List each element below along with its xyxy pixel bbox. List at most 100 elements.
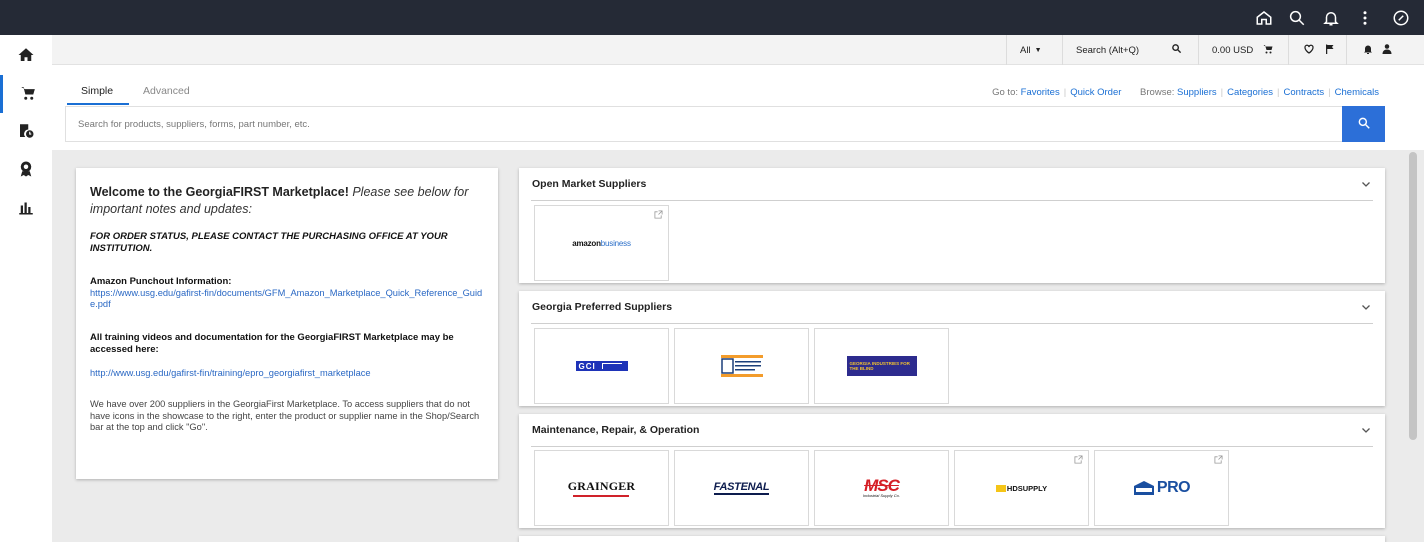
panel-divider <box>531 446 1373 447</box>
gci-logo: GCI <box>575 361 628 371</box>
suppliers-note: We have over 200 suppliers in the Georgi… <box>90 399 480 432</box>
msc-logo-subtext: Industrial Supply Co. <box>863 493 900 498</box>
link-suppliers[interactable]: Suppliers <box>1177 87 1217 98</box>
search-scope-label: All <box>1020 44 1031 56</box>
amazon-business-text: business <box>600 238 631 248</box>
link-divider: | <box>1220 87 1224 98</box>
quick-search-field[interactable]: Search (Alt+Q) <box>1076 35 1139 65</box>
home-icon <box>17 46 35 67</box>
notifications-button[interactable] <box>1362 35 1374 65</box>
analytics-icon <box>17 198 35 219</box>
flag-button[interactable] <box>1324 35 1336 65</box>
supplier-tile-msc[interactable]: MSC Industrial Supply Co. <box>814 450 949 526</box>
welcome-title: Welcome to the GeorgiaFIRST Marketplace!… <box>90 184 484 218</box>
favorites-button[interactable] <box>1303 35 1315 65</box>
more-vertical-icon[interactable] <box>1356 9 1374 27</box>
search-icon <box>1171 43 1182 57</box>
browse-label: Browse: <box>1140 87 1175 98</box>
lowes-pro-logo-text: PRO <box>1156 479 1191 496</box>
supplier-tile-georgia-correctional[interactable] <box>674 328 809 404</box>
link-contracts[interactable]: Contracts <box>1284 87 1325 98</box>
product-search-input[interactable]: Search for products, suppliers, forms, p… <box>65 106 1342 142</box>
sidebar-item-awards[interactable] <box>0 151 52 189</box>
bell-icon <box>1362 43 1374 58</box>
goto-label: Go to: <box>992 87 1018 98</box>
heart-icon <box>1303 43 1315 58</box>
welcome-title-bold: Welcome to the GeorgiaFIRST Marketplace! <box>90 185 349 199</box>
chevron-down-icon[interactable] <box>1361 179 1371 189</box>
utility-bar: All ▼ Search (Alt+Q) 0.00 USD <box>52 35 1424 65</box>
showcase-georgia-preferred: Georgia Preferred Suppliers GCI GEORGIA … <box>519 291 1385 406</box>
gib-logo-text: GEORGIA INDUSTRIES FOR THE BLIND <box>849 361 910 371</box>
showcase-next <box>519 536 1385 542</box>
panel-divider <box>531 323 1373 324</box>
georgia-correctional-logo <box>720 355 763 377</box>
order-status-notice: FOR ORDER STATUS, PLEASE CONTACT THE PUR… <box>90 231 448 254</box>
fastenal-logo: FASTENAL <box>713 481 770 495</box>
search-submit-button[interactable] <box>1342 106 1385 142</box>
showcase-open-market: Open Market Suppliers amazonbusiness <box>519 168 1385 283</box>
supplier-tile-lowes-pro[interactable]: PRO <box>1094 450 1229 526</box>
supplier-tile-grainger[interactable]: GRAINGER <box>534 450 669 526</box>
chevron-down-icon[interactable] <box>1361 302 1371 312</box>
amazon-guide-link[interactable]: https://www.usg.edu/gafirst-fin/document… <box>90 288 484 310</box>
left-sidebar <box>0 35 52 542</box>
msc-logo-text: MSC <box>864 476 900 495</box>
supplier-tile-hd-supply[interactable]: HDSUPPLY <box>954 450 1089 526</box>
util-separator <box>1288 35 1289 65</box>
sidebar-item-orders[interactable] <box>0 113 52 151</box>
external-link-icon <box>1074 455 1083 464</box>
grainger-logo: GRAINGER <box>568 479 636 497</box>
supplier-tile-georgia-industries-blind[interactable]: GEORGIA INDUSTRIES FOR THE BLIND <box>814 328 949 404</box>
amazon-logo-text: amazon <box>572 238 601 248</box>
showcase-mro: Maintenance, Repair, & Operation GRAINGE… <box>519 414 1385 528</box>
cart-link[interactable]: 0.00 USD <box>1212 35 1274 65</box>
user-profile-button[interactable] <box>1381 35 1393 65</box>
sidebar-item-home[interactable] <box>0 37 52 75</box>
search-panel: Simple Advanced Go to: Favorites | Quick O… <box>52 65 1424 150</box>
sidebar-item-shop[interactable] <box>0 75 52 113</box>
award-icon <box>17 160 35 181</box>
search-icon[interactable] <box>1288 9 1306 27</box>
cart-total: 0.00 USD <box>1212 44 1254 56</box>
orders-history-icon <box>17 122 35 143</box>
cart-icon <box>1262 43 1274 58</box>
supplier-tile-fastenal[interactable]: FASTENAL <box>674 450 809 526</box>
link-quick-order[interactable]: Quick Order <box>1070 87 1121 98</box>
search-icon <box>1357 116 1371 133</box>
home-outline-icon[interactable] <box>1255 9 1273 27</box>
user-icon <box>1381 43 1393 58</box>
flag-icon <box>1324 43 1336 58</box>
external-link-icon <box>654 210 663 219</box>
bell-icon[interactable] <box>1322 9 1340 27</box>
link-favorites[interactable]: Favorites <box>1021 87 1060 98</box>
util-separator <box>1198 35 1199 65</box>
search-scope-dropdown[interactable]: All ▼ <box>1020 35 1042 65</box>
training-link[interactable]: http://www.usg.edu/gafirst-fin/training/… <box>90 368 484 379</box>
supplier-tile-amazon[interactable]: amazonbusiness <box>534 205 669 281</box>
supplier-tile-gci[interactable]: GCI <box>534 328 669 404</box>
link-chemicals[interactable]: Chemicals <box>1335 87 1379 98</box>
panel-divider <box>531 200 1373 201</box>
link-divider: | <box>1328 87 1331 98</box>
quick-search-label: Search (Alt+Q) <box>1076 44 1140 56</box>
showcase-title: Open Market Suppliers <box>532 178 647 190</box>
sidebar-item-analytics[interactable] <box>0 189 52 227</box>
showcase-title: Georgia Preferred Suppliers <box>532 301 673 313</box>
tab-advanced[interactable]: Advanced <box>143 85 190 97</box>
hd-supply-logo-text: HDSUPPLY <box>1006 483 1048 493</box>
caret-down-icon: ▼ <box>1034 46 1042 54</box>
grainger-logo-text: GRAINGER <box>567 479 636 493</box>
showcase-title: Maintenance, Repair, & Operation <box>532 424 700 436</box>
compass-icon[interactable] <box>1392 9 1410 27</box>
welcome-card: Welcome to the GeorgiaFIRST Marketplace!… <box>76 168 498 479</box>
amazon-business-logo: amazonbusiness <box>572 239 631 248</box>
scrollbar-thumb[interactable] <box>1409 152 1417 440</box>
util-separator <box>1346 35 1347 65</box>
tab-simple[interactable]: Simple <box>66 85 130 105</box>
link-categories[interactable]: Categories <box>1227 87 1273 98</box>
external-link-icon <box>1214 455 1223 464</box>
quick-search-button[interactable] <box>1171 35 1182 65</box>
lowes-pro-logo: PRO <box>1133 479 1191 497</box>
chevron-down-icon[interactable] <box>1361 425 1371 435</box>
